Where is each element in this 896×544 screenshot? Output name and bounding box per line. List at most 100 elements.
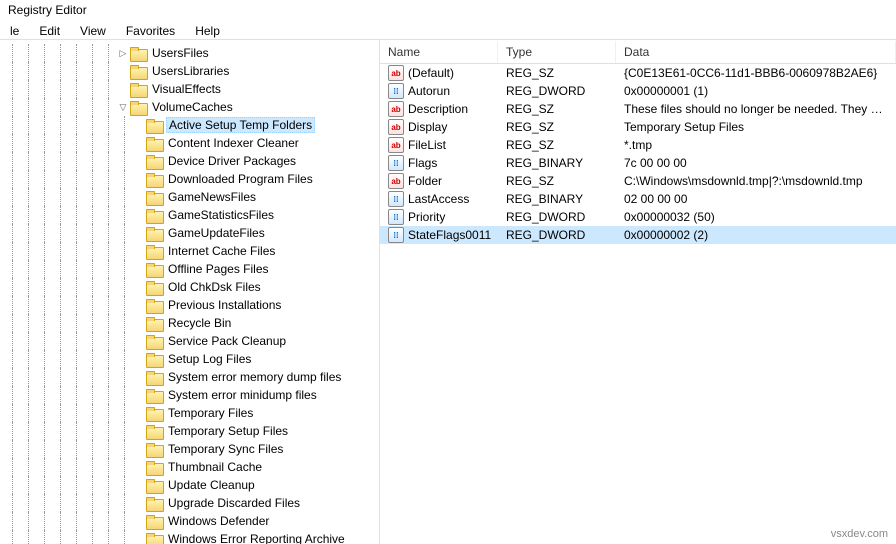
value-type: REG_SZ bbox=[498, 138, 616, 152]
tree-node[interactable]: Previous Installations bbox=[4, 296, 379, 314]
tree-node[interactable]: Device Driver Packages bbox=[4, 152, 379, 170]
value-list-panel[interactable]: Name Type Data ab(Default)REG_SZ{C0E13E6… bbox=[380, 40, 896, 544]
tree-node[interactable]: Recycle Bin bbox=[4, 314, 379, 332]
value-row[interactable]: ⁞⁞LastAccessREG_BINARY02 00 00 00 bbox=[380, 190, 896, 208]
tree-node[interactable]: Upgrade Discarded Files bbox=[4, 494, 379, 512]
tree-panel[interactable]: ▷UsersFilesUsersLibraries VisualEffects▽V… bbox=[0, 40, 380, 544]
folder-icon bbox=[146, 497, 162, 510]
value-name: Description bbox=[408, 102, 468, 116]
tree-node-label: GameNewsFiles bbox=[166, 189, 258, 205]
value-data: *.tmp bbox=[616, 138, 896, 152]
tree-node-label: System error memory dump files bbox=[166, 369, 343, 385]
value-row[interactable]: abDescriptionREG_SZThese files should no… bbox=[380, 100, 896, 118]
folder-icon bbox=[146, 281, 162, 294]
tree-node[interactable]: System error minidump files bbox=[4, 386, 379, 404]
tree-node-label: Thumbnail Cache bbox=[166, 459, 264, 475]
folder-icon bbox=[146, 209, 162, 222]
tree-node[interactable]: Temporary Sync Files bbox=[4, 440, 379, 458]
value-name: Display bbox=[408, 120, 447, 134]
folder-icon bbox=[146, 155, 162, 168]
folder-icon bbox=[146, 119, 162, 132]
folder-icon bbox=[130, 101, 146, 114]
tree-node[interactable]: GameUpdateFiles bbox=[4, 224, 379, 242]
tree-node-label: Upgrade Discarded Files bbox=[166, 495, 302, 511]
list-header: Name Type Data bbox=[380, 40, 896, 64]
folder-icon bbox=[130, 65, 146, 78]
value-row[interactable]: ⁞⁞PriorityREG_DWORD0x00000032 (50) bbox=[380, 208, 896, 226]
menu-item-help[interactable]: Help bbox=[185, 22, 230, 37]
binary-value-icon: ⁞⁞ bbox=[388, 83, 404, 99]
value-data: C:\Windows\msdownld.tmp|?:\msdownld.tmp bbox=[616, 174, 896, 188]
value-type: REG_DWORD bbox=[498, 228, 616, 242]
menu-item-view[interactable]: View bbox=[70, 22, 116, 37]
tree-node[interactable]: Active Setup Temp Folders bbox=[4, 116, 379, 134]
value-type: REG_DWORD bbox=[498, 210, 616, 224]
col-header-data[interactable]: Data bbox=[616, 41, 896, 63]
string-value-icon: ab bbox=[388, 119, 404, 135]
no-expander bbox=[132, 406, 146, 420]
menu-item-favorites[interactable]: Favorites bbox=[116, 22, 185, 37]
tree-node[interactable]: Temporary Setup Files bbox=[4, 422, 379, 440]
folder-icon bbox=[146, 173, 162, 186]
tree-node[interactable]: Temporary Files bbox=[4, 404, 379, 422]
binary-value-icon: ⁞⁞ bbox=[388, 155, 404, 171]
tree-node-label: VisualEffects bbox=[150, 81, 223, 97]
value-row[interactable]: ⁞⁞FlagsREG_BINARY7c 00 00 00 bbox=[380, 154, 896, 172]
value-data: These files should no longer be needed. … bbox=[616, 102, 896, 116]
tree-node[interactable]: Service Pack Cleanup bbox=[4, 332, 379, 350]
tree-node[interactable]: Offline Pages Files bbox=[4, 260, 379, 278]
no-expander bbox=[132, 352, 146, 366]
no-expander bbox=[132, 514, 146, 528]
tree-node[interactable]: VisualEffects bbox=[4, 80, 379, 98]
tree-node[interactable]: Content Indexer Cleaner bbox=[4, 134, 379, 152]
tree-node[interactable]: UsersLibraries bbox=[4, 62, 379, 80]
tree-node[interactable]: Update Cleanup bbox=[4, 476, 379, 494]
value-row[interactable]: abFolderREG_SZC:\Windows\msdownld.tmp|?:… bbox=[380, 172, 896, 190]
no-expander bbox=[132, 496, 146, 510]
no-expander bbox=[132, 208, 146, 222]
tree-node[interactable]: Windows Error Reporting Archive bbox=[4, 530, 379, 544]
value-row[interactable]: abFileListREG_SZ*.tmp bbox=[380, 136, 896, 154]
menu-item-edit[interactable]: Edit bbox=[29, 22, 70, 37]
tree-node-label: UsersLibraries bbox=[150, 63, 231, 79]
tree-node-label: Content Indexer Cleaner bbox=[166, 135, 301, 151]
tree-node[interactable]: GameStatisticsFiles bbox=[4, 206, 379, 224]
tree-node[interactable]: Downloaded Program Files bbox=[4, 170, 379, 188]
value-name: LastAccess bbox=[408, 192, 469, 206]
value-data: 0x00000032 (50) bbox=[616, 210, 896, 224]
value-type: REG_SZ bbox=[498, 66, 616, 80]
tree-node-label: Old ChkDsk Files bbox=[166, 279, 263, 295]
value-data: {C0E13E61-0CC6-11d1-BBB6-0060978B2AE6} bbox=[616, 66, 896, 80]
tree-node[interactable]: Old ChkDsk Files bbox=[4, 278, 379, 296]
tree-node[interactable]: Setup Log Files bbox=[4, 350, 379, 368]
col-header-name[interactable]: Name bbox=[380, 41, 498, 63]
value-row[interactable]: ⁞⁞AutorunREG_DWORD0x00000001 (1) bbox=[380, 82, 896, 100]
value-row[interactable]: abDisplayREG_SZTemporary Setup Files bbox=[380, 118, 896, 136]
value-type: REG_BINARY bbox=[498, 156, 616, 170]
chevron-down-icon[interactable]: ▽ bbox=[116, 100, 130, 114]
tree-node[interactable]: ▷UsersFiles bbox=[4, 44, 379, 62]
value-row[interactable]: ⁞⁞StateFlags0011REG_DWORD0x00000002 (2) bbox=[380, 226, 896, 244]
tree-node[interactable]: GameNewsFiles bbox=[4, 188, 379, 206]
value-row[interactable]: ab(Default)REG_SZ{C0E13E61-0CC6-11d1-BBB… bbox=[380, 64, 896, 82]
tree-node[interactable]: Windows Defender bbox=[4, 512, 379, 530]
folder-icon bbox=[146, 335, 162, 348]
tree-node[interactable]: Internet Cache Files bbox=[4, 242, 379, 260]
folder-icon bbox=[146, 443, 162, 456]
tree-node[interactable]: ▽VolumeCaches bbox=[4, 98, 379, 116]
menu-item-le[interactable]: le bbox=[0, 22, 29, 37]
no-expander bbox=[116, 82, 130, 96]
watermark: vsxdev.com bbox=[831, 528, 888, 540]
col-header-type[interactable]: Type bbox=[498, 41, 616, 63]
value-name: Autorun bbox=[408, 84, 450, 98]
tree-node[interactable]: Thumbnail Cache bbox=[4, 458, 379, 476]
no-expander bbox=[116, 64, 130, 78]
chevron-right-icon[interactable]: ▷ bbox=[116, 46, 130, 60]
tree-node[interactable]: System error memory dump files bbox=[4, 368, 379, 386]
tree-node-label: Temporary Files bbox=[166, 405, 255, 421]
tree-node-label: Downloaded Program Files bbox=[166, 171, 315, 187]
string-value-icon: ab bbox=[388, 101, 404, 117]
value-name: Flags bbox=[408, 156, 437, 170]
folder-icon bbox=[146, 425, 162, 438]
no-expander bbox=[132, 136, 146, 150]
